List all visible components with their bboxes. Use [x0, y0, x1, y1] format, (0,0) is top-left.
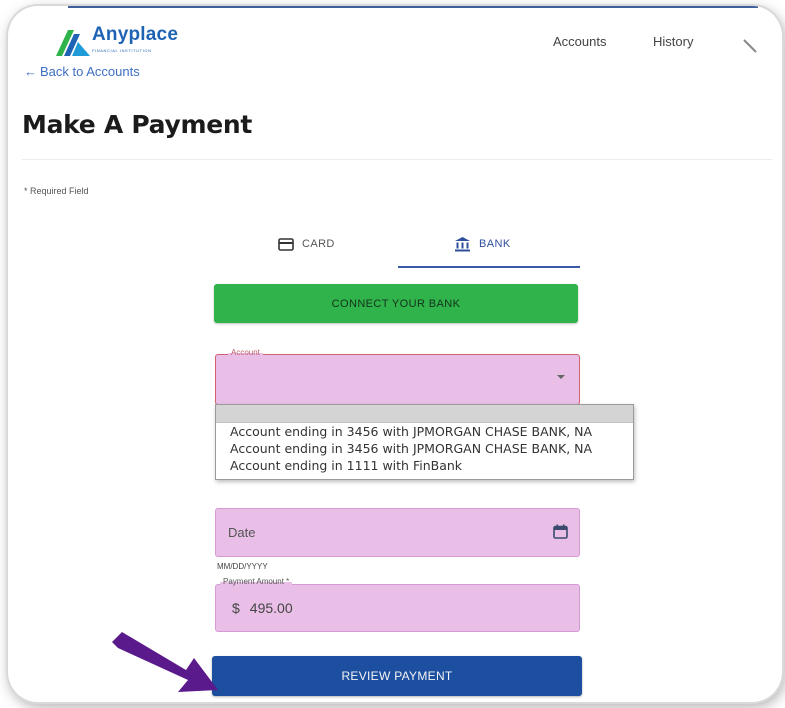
connect-your-bank-button[interactable]: CONNECT YOUR BANK	[214, 284, 578, 323]
date-format-hint: MM/DD/YYYY	[217, 562, 268, 571]
top-border	[68, 6, 758, 8]
bank-icon	[454, 236, 471, 252]
screenshot: Anyplace FINANCIAL INSTITUTION Accounts …	[0, 0, 785, 708]
tab-bank-label: BANK	[479, 238, 511, 250]
nav-history[interactable]: History	[653, 34, 693, 49]
credit-card-icon	[278, 237, 294, 251]
dropdown-option[interactable]: Account ending in 3456 with JPMORGAN CHA…	[216, 423, 633, 440]
dropdown-option[interactable]: Account ending in 1111 with FinBank	[216, 457, 633, 474]
title-divider	[22, 159, 772, 160]
brand-logo[interactable]: Anyplace FINANCIAL INSTITUTION	[54, 24, 194, 58]
back-arrow-icon: ←	[24, 64, 37, 79]
back-to-accounts-link[interactable]: ← Back to Accounts	[24, 64, 140, 79]
payment-amount-value: $495.00	[232, 600, 293, 616]
logo-subtext: FINANCIAL INSTITUTION	[92, 48, 152, 53]
dropdown-option[interactable]: Account ending in 3456 with JPMORGAN CHA…	[216, 440, 633, 457]
payment-amount-input[interactable]: Payment Amount * $495.00	[215, 577, 580, 632]
back-link-label: Back to Accounts	[40, 64, 140, 79]
tab-card-label: CARD	[302, 238, 335, 250]
annotation-arrow-icon	[112, 632, 218, 692]
tab-card[interactable]: CARD	[278, 232, 335, 256]
calendar-icon[interactable]	[553, 524, 568, 544]
required-field-note: * Required Field	[24, 186, 89, 196]
active-tab-indicator	[398, 266, 580, 268]
account-select[interactable]: Account	[215, 348, 580, 405]
review-payment-button[interactable]: REVIEW PAYMENT	[212, 656, 582, 696]
amount-number: 495.00	[249, 600, 293, 616]
payment-amount-label: Payment Amount *	[220, 577, 293, 586]
logo-mark-icon	[56, 30, 90, 56]
caret-down-icon[interactable]	[557, 375, 565, 379]
dropdown-option-empty[interactable]	[216, 405, 633, 423]
date-input[interactable]: Date	[215, 508, 580, 557]
logo-text: Anyplace	[92, 24, 179, 45]
tab-bank[interactable]: BANK	[454, 232, 511, 256]
app-window: Anyplace FINANCIAL INSTITUTION Accounts …	[8, 6, 782, 702]
date-placeholder: Date	[228, 525, 256, 540]
account-select-label: Account	[228, 348, 263, 357]
account-dropdown-list: Account ending in 3456 with JPMORGAN CHA…	[215, 404, 634, 480]
nav-accounts[interactable]: Accounts	[553, 34, 606, 49]
page-title: Make A Payment	[22, 110, 253, 139]
menu-corner-icon[interactable]	[742, 38, 758, 54]
currency-symbol: $	[232, 600, 240, 616]
